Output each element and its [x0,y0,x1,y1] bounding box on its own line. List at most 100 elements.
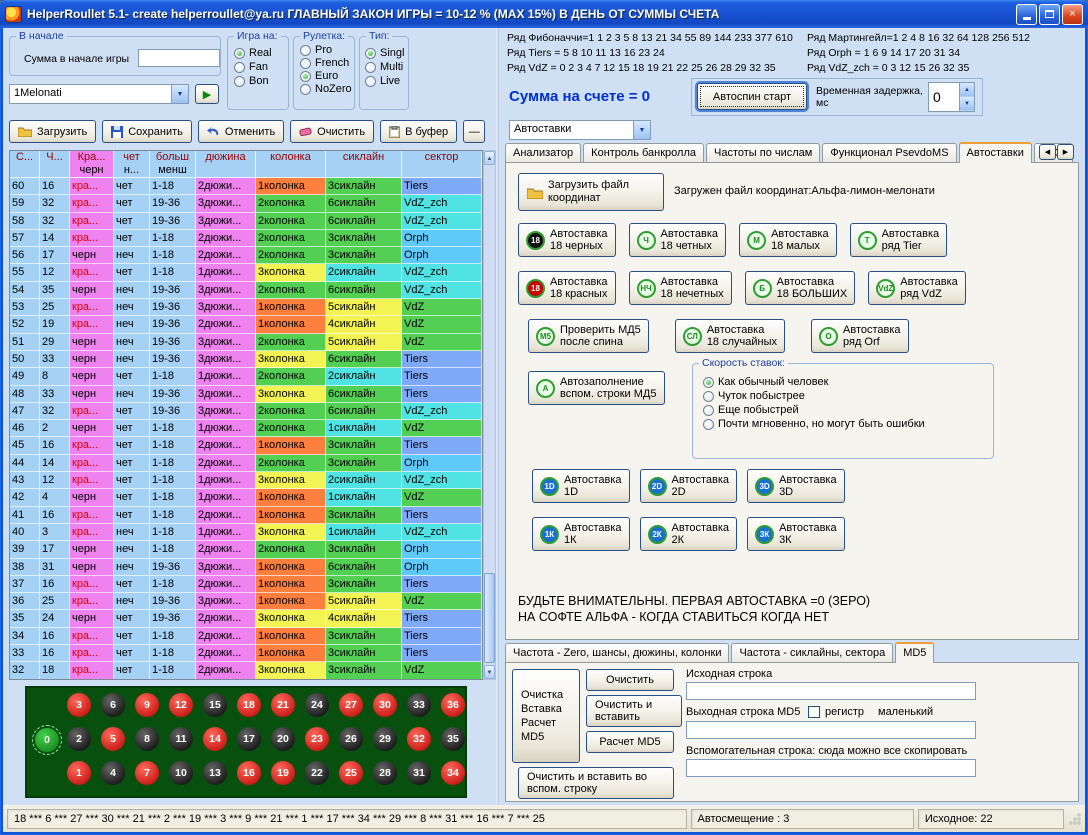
board-number-26[interactable]: 26 [339,727,363,751]
table-row[interactable]: 3716кра...чет1-182дюжи...1колонка3сиклай… [10,576,482,593]
board-number-10[interactable]: 10 [169,761,193,785]
md5-big-button[interactable]: Очистка Вставка Расчет MD5 [512,669,580,763]
md5-clear-paste-button[interactable]: Очистить и вставить [586,695,682,727]
table-row[interactable]: 5714кра...чет1-182дюжи...2колонка3сиклай… [10,230,482,247]
chevron-down-icon[interactable]: ▼ [633,121,650,139]
bet-button-Автоставка ряд VdZ[interactable]: VdZАвтоставкаряд VdZ [868,271,966,305]
load-coords-button[interactable]: Загрузить файл координат [518,173,664,211]
board-number-15[interactable]: 15 [203,693,227,717]
board-number-1[interactable]: 1 [67,761,91,785]
board-number-14[interactable]: 14 [203,727,227,751]
bet-button-Автоставка 18 БОЛЬШИХ[interactable]: БАвтоставка18 БОЛЬШИХ [745,271,856,305]
bet-button-Автозаполнение вспом. строки МД5[interactable]: ААвтозаполнениевспом. строки МД5 [528,371,665,405]
save-button[interactable]: Сохранить [102,120,192,143]
table-row[interactable]: 5932кра...чет19-363дюжи...2колонка6сикла… [10,195,482,212]
bet-button-Автоставка ряд Tier[interactable]: ТАвтоставкаряд Tier [850,223,948,257]
table-row[interactable]: 462чернчет1-181дюжи...2колонка1сиклайнVd… [10,420,482,437]
board-number-35[interactable]: 35 [441,727,465,751]
board-number-25[interactable]: 25 [339,761,363,785]
bet-button-Автоставка 3D[interactable]: 3DАвтоставка3D [747,469,845,503]
table-row[interactable]: 4516кра...чет1-182дюжи...1колонка3сиклай… [10,437,482,454]
board-number-11[interactable]: 11 [169,727,193,751]
delay-spinner[interactable]: ▲ ▼ [928,82,975,112]
bet-button-Проверить МД5 после спина[interactable]: М5Проверить МД5после спина [528,319,649,353]
table-row[interactable]: 4312кра...чет1-181дюжи...3колонка2сиклай… [10,472,482,489]
board-number-27[interactable]: 27 [339,693,363,717]
play-button[interactable]: ▶ [195,84,219,104]
radio-Live[interactable]: Live [365,75,408,87]
tab-Частота - Zero, шансы, дюжины, колонки[interactable]: Частота - Zero, шансы, дюжины, колонки [505,643,729,662]
column-header[interactable]: сиклайн [326,151,402,178]
board-number-23[interactable]: 23 [305,727,329,751]
radio-French[interactable]: French [300,58,354,69]
table-row[interactable]: 3218кра...чет1-182дюжи...3колонка3сиклай… [10,662,482,679]
scroll-down-icon[interactable]: ▼ [484,665,495,679]
autospin-start-button[interactable]: Автоспин старт [697,83,807,110]
table-row[interactable]: 6016кра...чет1-182дюжи...1колонка3сиклай… [10,178,482,195]
scroll-up-icon[interactable]: ▲ [484,151,495,165]
tab-Анализатор[interactable]: Анализатор [505,143,581,162]
table-row[interactable]: 3831черннеч19-363дюжи...1колонка6сиклайн… [10,559,482,576]
radio-Singl[interactable]: Singl [365,47,408,59]
board-number-7[interactable]: 7 [135,761,159,785]
tab-scroll-left-icon[interactable]: ◀ [1039,144,1056,160]
board-number-2[interactable]: 2 [67,727,91,751]
table-row[interactable]: 5512кра...чет1-181дюжи...3колонка2сиклай… [10,264,482,281]
table-row[interactable]: 3917черннеч1-182дюжи...2колонка3сиклайнO… [10,541,482,558]
register-checkbox[interactable] [808,706,820,718]
table-row[interactable]: 4414кра...чет1-182дюжи...2колонка3сиклай… [10,455,482,472]
board-number-4[interactable]: 4 [101,761,125,785]
table-row[interactable]: 3416кра...чет1-182дюжи...1колонка3сиклай… [10,628,482,645]
collapse-button[interactable]: — [463,120,485,143]
load-button[interactable]: Загрузить [9,120,96,143]
table-row[interactable]: 498чернчет1-181дюжи...2колонка2сиклайнTi… [10,368,482,385]
resize-grip[interactable] [1068,812,1081,825]
bet-button-Автоставка 2D[interactable]: 2DАвтоставка2D [640,469,738,503]
radio-Real[interactable]: Real [234,47,288,59]
tab-Контроль банкролла[interactable]: Контроль банкролла [583,143,704,162]
maximize-button[interactable] [1039,4,1060,25]
bet-button-Автоставка 3К[interactable]: 3КАвтоставка3К [747,517,845,551]
tab-Автоставки[interactable]: Автоставки [959,142,1032,163]
tab-Частоты по числам[interactable]: Частоты по числам [706,143,820,162]
table-row[interactable]: 5435черннеч19-363дюжи...2колонка6сиклайн… [10,282,482,299]
title-bar[interactable]: HelperRoullet 5.1- create helperroullet@… [0,0,1088,28]
radio-Fan[interactable]: Fan [234,61,288,73]
column-header[interactable]: дюжина [196,151,256,178]
table-row[interactable]: 3524чернчет19-362дюжи...3колонка4сиклайн… [10,610,482,627]
board-number-32[interactable]: 32 [407,727,431,751]
table-row[interactable]: 5832кра...чет19-363дюжи...2колонка6сикла… [10,213,482,230]
column-header[interactable]: Ч... [40,151,70,178]
column-header[interactable]: четн... [114,151,150,178]
table-row[interactable]: 4833черннеч19-363дюжи...3колонка6сиклайн… [10,386,482,403]
board-number-0[interactable]: 0 [35,728,59,752]
table-row[interactable]: 403кра...неч1-181дюжи...3колонка1сиклайн… [10,524,482,541]
radio-Pro[interactable]: Pro [300,45,354,56]
copy-buffer-button[interactable]: В буфер [380,120,457,143]
md5-source-input[interactable] [686,682,976,700]
board-number-6[interactable]: 6 [101,693,125,717]
scrollbar-thumb[interactable] [484,573,495,663]
radio-Еще побыстрей[interactable]: Еще побыстрей [703,404,993,416]
bet-button-Автоставка 18 случайных[interactable]: СЛАвтоставка18 случайных [675,319,785,353]
table-row[interactable]: 4732кра...чет19-363дюжи...2колонка6сикла… [10,403,482,420]
radio-Euro[interactable]: Euro [300,71,354,82]
tab-scroll-right-icon[interactable]: ▶ [1057,144,1074,160]
radio-Multi[interactable]: Multi [365,61,408,73]
tab-MD5[interactable]: MD5 [895,642,934,663]
bet-button-Автоставка 18 нечетных[interactable]: НЧАвтоставка18 нечетных [629,271,732,305]
board-number-8[interactable]: 8 [135,727,159,751]
board-number-5[interactable]: 5 [101,727,125,751]
board-number-20[interactable]: 20 [271,727,295,751]
table-scrollbar[interactable]: ▲ ▼ [483,150,496,680]
chevron-down-icon[interactable]: ▼ [171,85,188,103]
start-sum-input[interactable] [138,49,220,67]
bet-button-Автоставка 18 красных[interactable]: 18Автоставка18 красных [518,271,616,305]
table-row[interactable]: 5033черннеч19-363дюжи...3колонка6сиклайн… [10,351,482,368]
board-number-19[interactable]: 19 [271,761,295,785]
bet-button-Автоставка 2К[interactable]: 2КАвтоставка2К [640,517,738,551]
delay-value-input[interactable] [929,83,959,111]
board-number-28[interactable]: 28 [373,761,397,785]
autobets-combobox[interactable]: Автоставки ▼ [509,120,651,140]
board-number-31[interactable]: 31 [407,761,431,785]
